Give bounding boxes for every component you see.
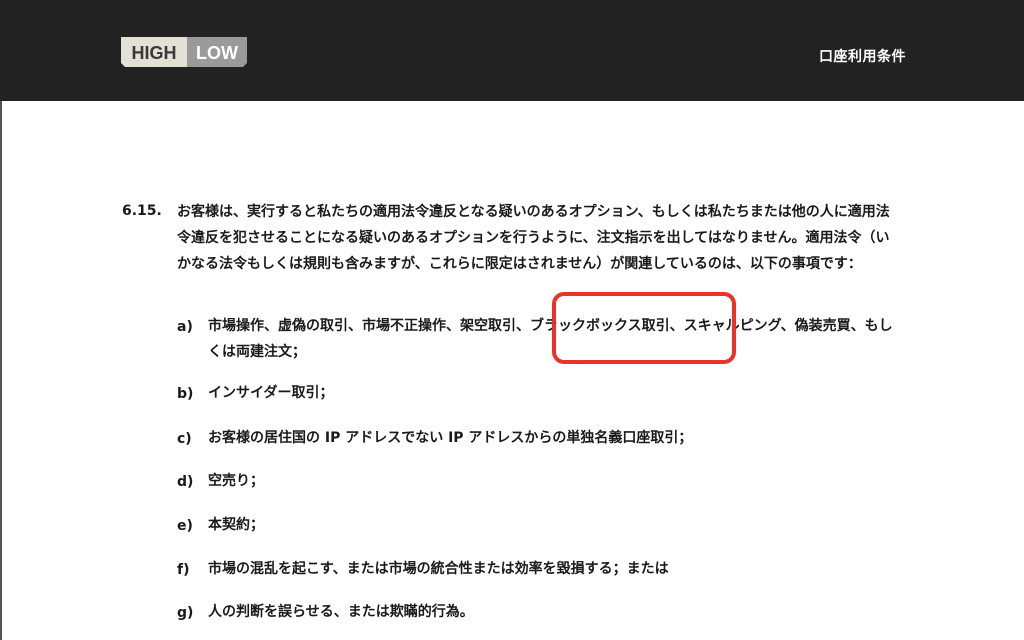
item-f-letter: f) <box>177 562 190 578</box>
item-d-letter: d) <box>177 474 194 490</box>
highlow-logo[interactable]: HIGH LOW <box>121 35 247 69</box>
item-g-text: 人の判断を誤らせる、または欺瞞的行為。 <box>208 604 474 620</box>
clause-body: お客様は、実行すると私たちの適用法令違反となる疑いのあるオプション、もしくは私た… <box>177 204 890 272</box>
item-a-letter: a) <box>177 319 193 335</box>
item-b-letter: b) <box>177 386 194 402</box>
item-f-text: 市場の混乱を起こす、または市場の統合性または効率を毀損する；または <box>208 561 669 577</box>
page: HIGH LOW 口座利用条件 6.15. お客様は、実行すると私たちの適用法令… <box>0 0 1024 640</box>
page-title: 口座利用条件 <box>819 49 906 65</box>
left-border <box>0 101 2 640</box>
item-d-text: 空売り； <box>208 473 264 489</box>
item-b-text: インサイダー取引； <box>208 385 334 401</box>
item-e-letter: e) <box>177 518 193 534</box>
item-c-letter: c) <box>177 431 192 447</box>
site-header: HIGH LOW 口座利用条件 <box>0 0 1024 101</box>
logo-left-text: HIGH <box>132 43 177 63</box>
highlight-annotation-box <box>552 292 736 364</box>
item-e-text: 本契約； <box>208 517 264 533</box>
item-c-text: お客様の居住国の IP アドレスでない IP アドレスからの単独名義口座取引； <box>208 430 693 446</box>
highlow-logo-icon: HIGH LOW <box>121 37 247 67</box>
clause-number: 6.15. <box>122 203 162 219</box>
logo-right-text: LOW <box>196 43 238 63</box>
item-g-letter: g) <box>177 605 194 621</box>
